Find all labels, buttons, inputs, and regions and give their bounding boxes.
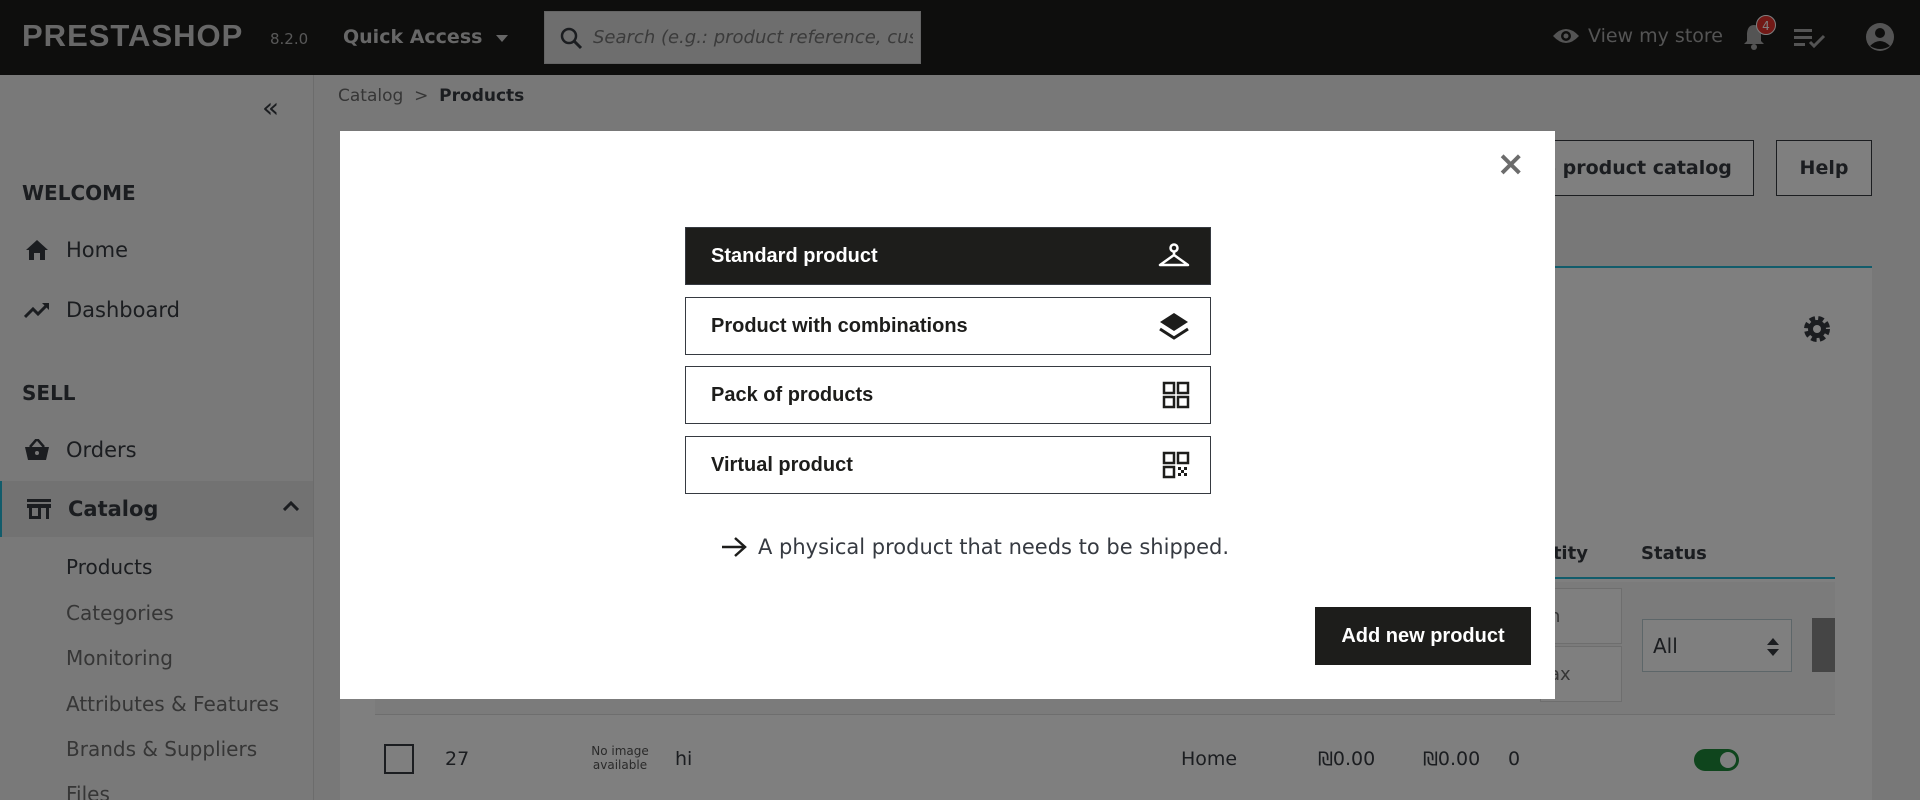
add-new-product-button[interactable]: Add new product [1315, 607, 1531, 665]
option-label: Pack of products [711, 383, 874, 406]
grid-icon [1162, 381, 1190, 409]
option-label: Virtual product [711, 453, 853, 476]
option-standard-product[interactable]: Standard product [685, 227, 1211, 285]
create-product-modal: × Standard product Product with combinat… [340, 131, 1555, 699]
option-label: Standard product [711, 244, 878, 267]
hanger-icon [1158, 243, 1190, 267]
arrow-right-icon [722, 537, 747, 557]
close-icon[interactable]: × [1497, 147, 1526, 181]
option-virtual-product[interactable]: Virtual product [685, 436, 1211, 494]
option-pack-of-products[interactable]: Pack of products [685, 366, 1211, 424]
option-product-with-combinations[interactable]: Product with combinations [685, 297, 1211, 355]
option-description-text: A physical product that needs to be ship… [758, 535, 1230, 559]
option-label: Product with combinations [711, 314, 968, 337]
option-description: A physical product that needs to be ship… [720, 535, 1229, 559]
qr-code-icon [1162, 451, 1190, 479]
layers-icon [1159, 313, 1189, 340]
